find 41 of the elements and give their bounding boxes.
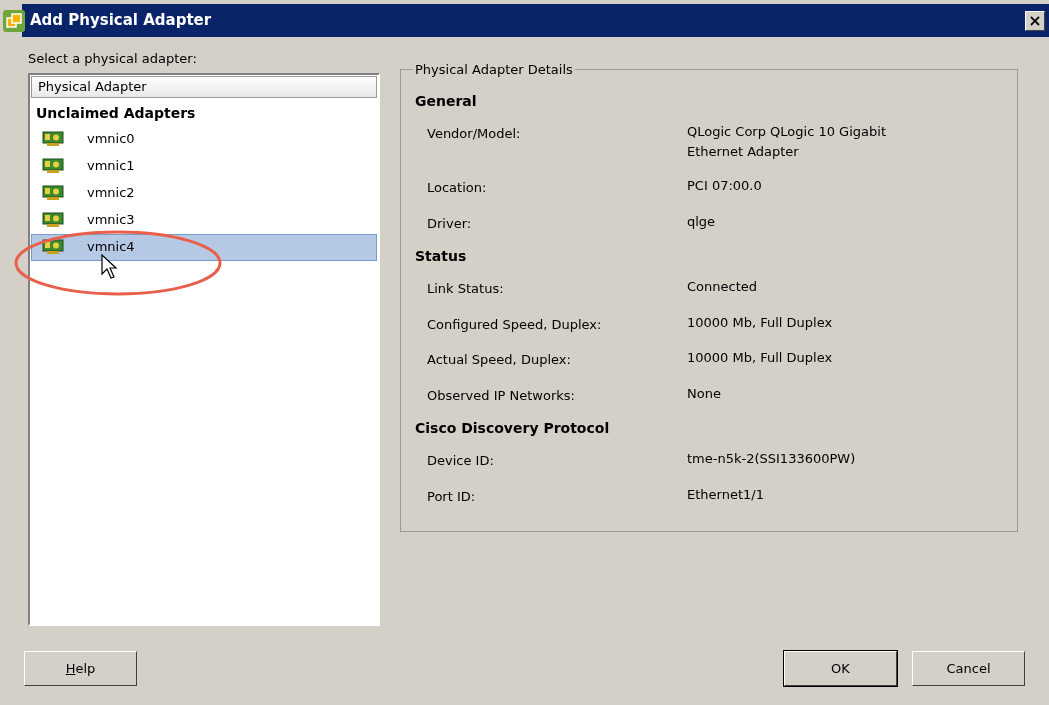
field-label: Vendor/Model: <box>427 125 522 143</box>
field-label: Port ID: <box>427 487 477 506</box>
dialog-button[interactable]: Cancel <box>912 651 1025 686</box>
network-card-icon <box>42 158 64 174</box>
field-label: Device ID: <box>427 452 495 470</box>
field-value: 10000 Mb, Full Duplex <box>687 349 834 367</box>
section-heading: General <box>415 91 478 111</box>
field-value: PCI 07:00.0 <box>687 177 763 195</box>
field-value: Connected <box>687 278 758 296</box>
network-card-icon <box>42 239 64 255</box>
field-value: qlge <box>687 212 717 231</box>
field-label: Observed IP Networks: <box>427 386 576 405</box>
app-logo-icon <box>2 8 26 33</box>
field-value: 10000 Mb, Full Duplex <box>687 313 834 332</box>
field-value: None <box>687 384 722 403</box>
field-label: Location: <box>427 179 488 197</box>
prompt-label: Select a physical adapter: <box>28 50 198 68</box>
close-button[interactable]: × <box>1025 10 1045 31</box>
field-value: Ethernet1/1 <box>687 485 765 504</box>
dialog-button[interactable]: OK <box>784 651 897 686</box>
cursor-icon <box>101 254 117 280</box>
adapter-item[interactable]: vmnic1 <box>31 152 377 180</box>
field-label: Driver: <box>427 214 473 233</box>
window-title: Add Physical Adapter <box>30 10 212 32</box>
adapter-item[interactable]: vmnic2 <box>31 179 377 207</box>
field-label: Link Status: <box>427 280 505 298</box>
network-card-icon <box>42 131 64 147</box>
group-header: Unclaimed Adapters <box>35 103 197 123</box>
adapter-item[interactable]: vmnic0 <box>31 125 377 153</box>
network-card-icon <box>42 212 64 228</box>
field-value: tme-n5k-2(SSI133600PW) <box>687 450 857 468</box>
column-header[interactable]: Physical Adapter <box>31 75 377 98</box>
dialog-button[interactable]: Help <box>24 651 137 686</box>
section-heading: Cisco Discovery Protocol <box>415 418 611 438</box>
adapter-item[interactable]: vmnic3 <box>31 206 377 234</box>
field-value: QLogic Corp QLogic 10 Gigabit Ethernet Adapter <box>687 123 887 161</box>
section-heading: Status <box>415 246 468 266</box>
network-card-icon <box>42 185 64 201</box>
field-label: Actual Speed, Duplex: <box>427 351 572 369</box>
field-label: Configured Speed, Duplex: <box>427 315 603 334</box>
adapter-item[interactable]: vmnic4 <box>31 233 377 261</box>
